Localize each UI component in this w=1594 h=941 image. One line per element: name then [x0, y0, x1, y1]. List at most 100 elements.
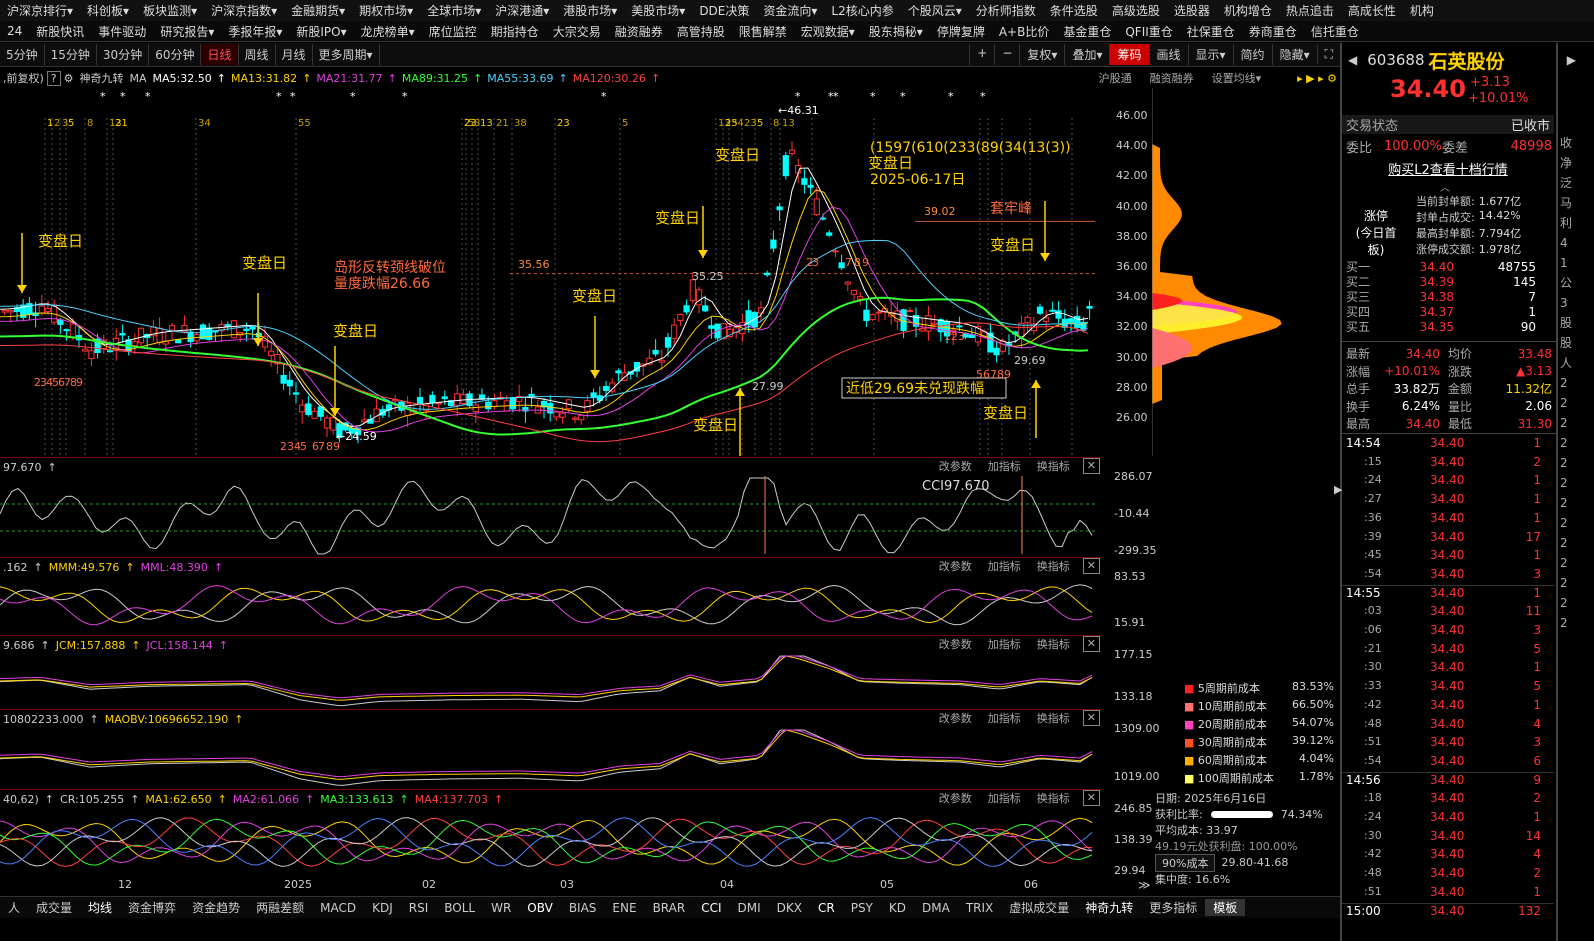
- period-tab[interactable]: 月线: [276, 44, 313, 65]
- period-tab[interactable]: 日线: [201, 44, 239, 65]
- toolbar-button[interactable]: 筹码: [1109, 44, 1149, 65]
- submenu-item[interactable]: 券商重仓: [1242, 23, 1304, 40]
- indicator-tab[interactable]: BRAR: [645, 901, 694, 915]
- candle-body[interactable]: [850, 289, 858, 295]
- candle-body[interactable]: [695, 289, 703, 306]
- submenu-item[interactable]: 社保重仓: [1180, 23, 1242, 40]
- toolbar-button[interactable]: +: [969, 44, 994, 65]
- ma-link[interactable]: 沪股通: [1096, 70, 1135, 86]
- indicator-tab[interactable]: OBV: [519, 901, 561, 915]
- candle-body[interactable]: [807, 184, 814, 188]
- indicator-tab[interactable]: CR: [810, 901, 843, 915]
- candle-body[interactable]: [63, 329, 70, 332]
- panel-op-button[interactable]: 换指标: [1034, 636, 1073, 652]
- toolbar-button[interactable]: 隐藏▾: [1271, 44, 1317, 65]
- indicator-chart[interactable]: [0, 728, 1100, 788]
- candle-body[interactable]: [1049, 309, 1056, 312]
- submenu-item[interactable]: 席位监控: [422, 23, 484, 40]
- candle-body[interactable]: [559, 412, 566, 418]
- ma-link[interactable]: 融资融券: [1147, 70, 1197, 86]
- indicator-chart[interactable]: CCI97.670: [0, 476, 1100, 556]
- submenu-item[interactable]: 高管持股: [670, 23, 732, 40]
- expand-icon[interactable]: ⛶: [1316, 45, 1340, 64]
- candle-body[interactable]: [826, 232, 833, 236]
- settings-gear-icon[interactable]: ⚙: [61, 72, 77, 85]
- chart-tools-icons[interactable]: ▸ ▶ ▸ ⚙: [1294, 72, 1340, 85]
- menu-item[interactable]: 港股市场▾: [556, 2, 624, 19]
- toolbar-button[interactable]: 简约: [1232, 44, 1272, 65]
- panel-op-button[interactable]: 换指标: [1034, 790, 1073, 806]
- menu-item[interactable]: 高成长性: [1341, 2, 1403, 19]
- candle-body[interactable]: [168, 325, 176, 331]
- candle-body[interactable]: [664, 337, 672, 348]
- candle-body[interactable]: [69, 323, 76, 339]
- candle-body[interactable]: [454, 393, 461, 406]
- panel-op-button[interactable]: 改参数: [936, 558, 975, 574]
- candle-body[interactable]: [782, 155, 789, 177]
- next-stock-icon[interactable]: ▶: [1567, 53, 1576, 67]
- prev-stock-icon[interactable]: ◀: [1348, 53, 1357, 67]
- candle-body[interactable]: [702, 305, 709, 312]
- submenu-item[interactable]: 期指持仓: [484, 23, 546, 40]
- submenu-item[interactable]: 季报年报▾: [221, 23, 289, 40]
- candle-body[interactable]: [137, 327, 145, 344]
- bid-row[interactable]: 买四 34.37 1: [1342, 304, 1552, 320]
- candle-body[interactable]: [658, 359, 665, 363]
- submenu-item[interactable]: 股东揭秘▾: [862, 23, 930, 40]
- candle-body[interactable]: [875, 311, 882, 314]
- indicator-tab[interactable]: 模板: [1205, 899, 1246, 916]
- candle-body[interactable]: [999, 340, 1006, 352]
- submenu-item[interactable]: 事件驱动: [91, 23, 153, 40]
- indicator-tab[interactable]: RSI: [401, 901, 437, 915]
- candle-body[interactable]: [1036, 306, 1044, 314]
- menu-item[interactable]: 机构: [1403, 2, 1441, 19]
- candle-body[interactable]: [206, 327, 213, 340]
- menu-item[interactable]: 沪深港通▾: [488, 2, 556, 19]
- candle-body[interactable]: [491, 400, 498, 408]
- kline-chart[interactable]: 变盘日变盘日变盘日变盘日变盘日变盘日变盘日变盘日变盘日 变盘日(1597(610(…: [0, 88, 1152, 456]
- close-icon[interactable]: ✕: [1082, 558, 1100, 574]
- close-icon[interactable]: ✕: [1082, 710, 1100, 726]
- indicator-tab[interactable]: 成交量: [28, 899, 80, 916]
- submenu-item[interactable]: 基金重仓: [1056, 23, 1118, 40]
- period-tab[interactable]: 30分钟: [97, 44, 150, 65]
- indicator-tab[interactable]: 人: [0, 899, 28, 916]
- ma-link[interactable]: 设置均线▾: [1209, 70, 1265, 86]
- toolbar-button[interactable]: 复权▾: [1019, 44, 1064, 65]
- help-icon[interactable]: ?: [46, 70, 61, 86]
- bid-row[interactable]: 买一 34.40 48755: [1342, 259, 1552, 275]
- candle-body[interactable]: [832, 250, 839, 253]
- candle-body[interactable]: [44, 308, 52, 312]
- submenu-item[interactable]: 研究报告▾: [153, 23, 221, 40]
- chip-distribution[interactable]: [1152, 88, 1340, 456]
- panel-op-button[interactable]: 改参数: [936, 790, 975, 806]
- bid-row[interactable]: 买二 34.39 145: [1342, 274, 1552, 290]
- candle-body[interactable]: [956, 325, 963, 328]
- candle-body[interactable]: [869, 314, 876, 321]
- collapse-icon[interactable]: ︿: [1440, 179, 1450, 194]
- candle-body[interactable]: [677, 314, 684, 322]
- candle-body[interactable]: [1055, 310, 1062, 319]
- candle-body[interactable]: [286, 379, 293, 387]
- indicator-name[interactable]: 神奇九转: [77, 70, 127, 86]
- candle-body[interactable]: [441, 396, 448, 400]
- submenu-item[interactable]: 停牌复牌: [930, 23, 992, 40]
- panel-op-button[interactable]: 换指标: [1034, 710, 1073, 726]
- menu-item[interactable]: 热点追击: [1279, 2, 1341, 19]
- indicator-tab[interactable]: CCI: [693, 901, 729, 915]
- indicator-tab[interactable]: WR: [483, 901, 519, 915]
- candle-body[interactable]: [330, 416, 337, 431]
- candle-body[interactable]: [571, 417, 579, 420]
- period-tab[interactable]: 更多周期▾: [313, 44, 380, 65]
- panel-op-button[interactable]: 加指标: [985, 790, 1024, 806]
- period-tab[interactable]: 周线: [239, 44, 276, 65]
- candle-body[interactable]: [838, 262, 845, 269]
- submenu-item[interactable]: 融资融券: [608, 23, 670, 40]
- indicator-tab[interactable]: 资金趋势: [184, 899, 248, 916]
- submenu-item[interactable]: 24: [0, 24, 29, 38]
- menu-item[interactable]: 全球市场▾: [420, 2, 488, 19]
- menu-item[interactable]: 沪深京指数▾: [204, 2, 284, 19]
- candle-body[interactable]: [311, 410, 318, 419]
- submenu-item[interactable]: 新股快讯: [29, 23, 91, 40]
- menu-item[interactable]: 科创板▾: [80, 2, 136, 19]
